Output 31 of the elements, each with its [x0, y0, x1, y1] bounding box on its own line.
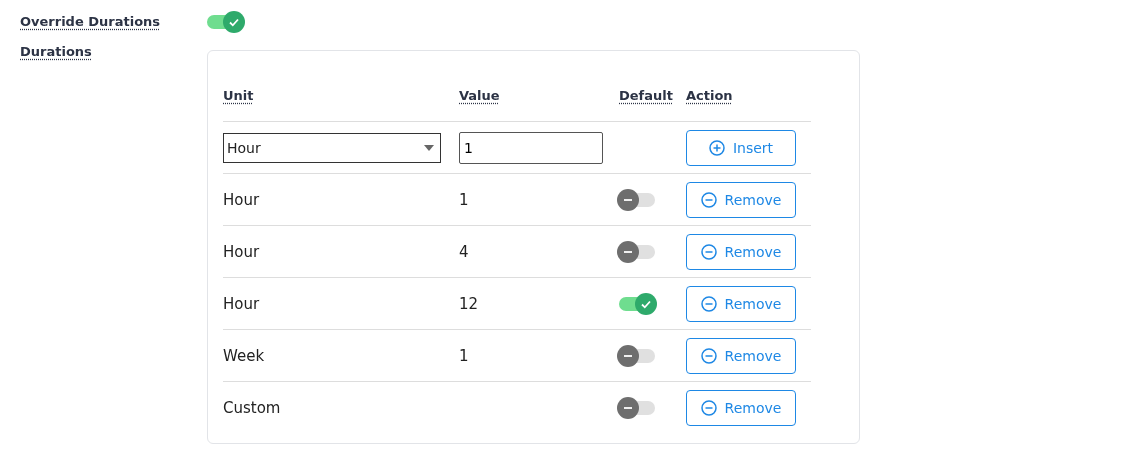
minus-circle-icon: [700, 295, 717, 312]
remove-button[interactable]: Remove: [686, 285, 796, 322]
plus-circle-icon: [708, 139, 725, 156]
insert-button[interactable]: Insert: [686, 129, 796, 166]
unit-text: Custom: [223, 398, 281, 417]
unit-dropdown[interactable]: Hour: [223, 132, 441, 163]
check-icon: [228, 16, 240, 28]
remove-button[interactable]: Remove: [686, 389, 796, 426]
remove-button[interactable]: Remove: [686, 337, 796, 374]
minus-circle-icon: [700, 243, 717, 260]
unit-text: Hour: [223, 294, 260, 313]
unit-text: Hour: [223, 190, 260, 209]
minus-circle-icon: [700, 191, 717, 208]
remove-button[interactable]: Remove: [686, 181, 796, 218]
column-header: Unit: [223, 87, 254, 103]
value-input[interactable]: 1: [459, 131, 603, 164]
minus-circle-icon: [700, 347, 717, 364]
value-text: 12: [459, 294, 479, 313]
unit-text: Week: [223, 346, 265, 365]
value-text: 1: [459, 190, 469, 209]
field-label: Override Durations: [20, 13, 161, 29]
field-label: Durations: [20, 43, 92, 59]
unit-text: Hour: [223, 242, 260, 261]
remove-button[interactable]: Remove: [686, 233, 796, 270]
column-header: Value: [459, 87, 500, 103]
value-text: 1: [459, 346, 469, 365]
column-header: Default: [619, 87, 673, 103]
column-header: Action: [686, 87, 733, 103]
value-text: 4: [459, 242, 469, 261]
caret-icon: [424, 144, 434, 151]
minus-circle-icon: [700, 399, 717, 416]
